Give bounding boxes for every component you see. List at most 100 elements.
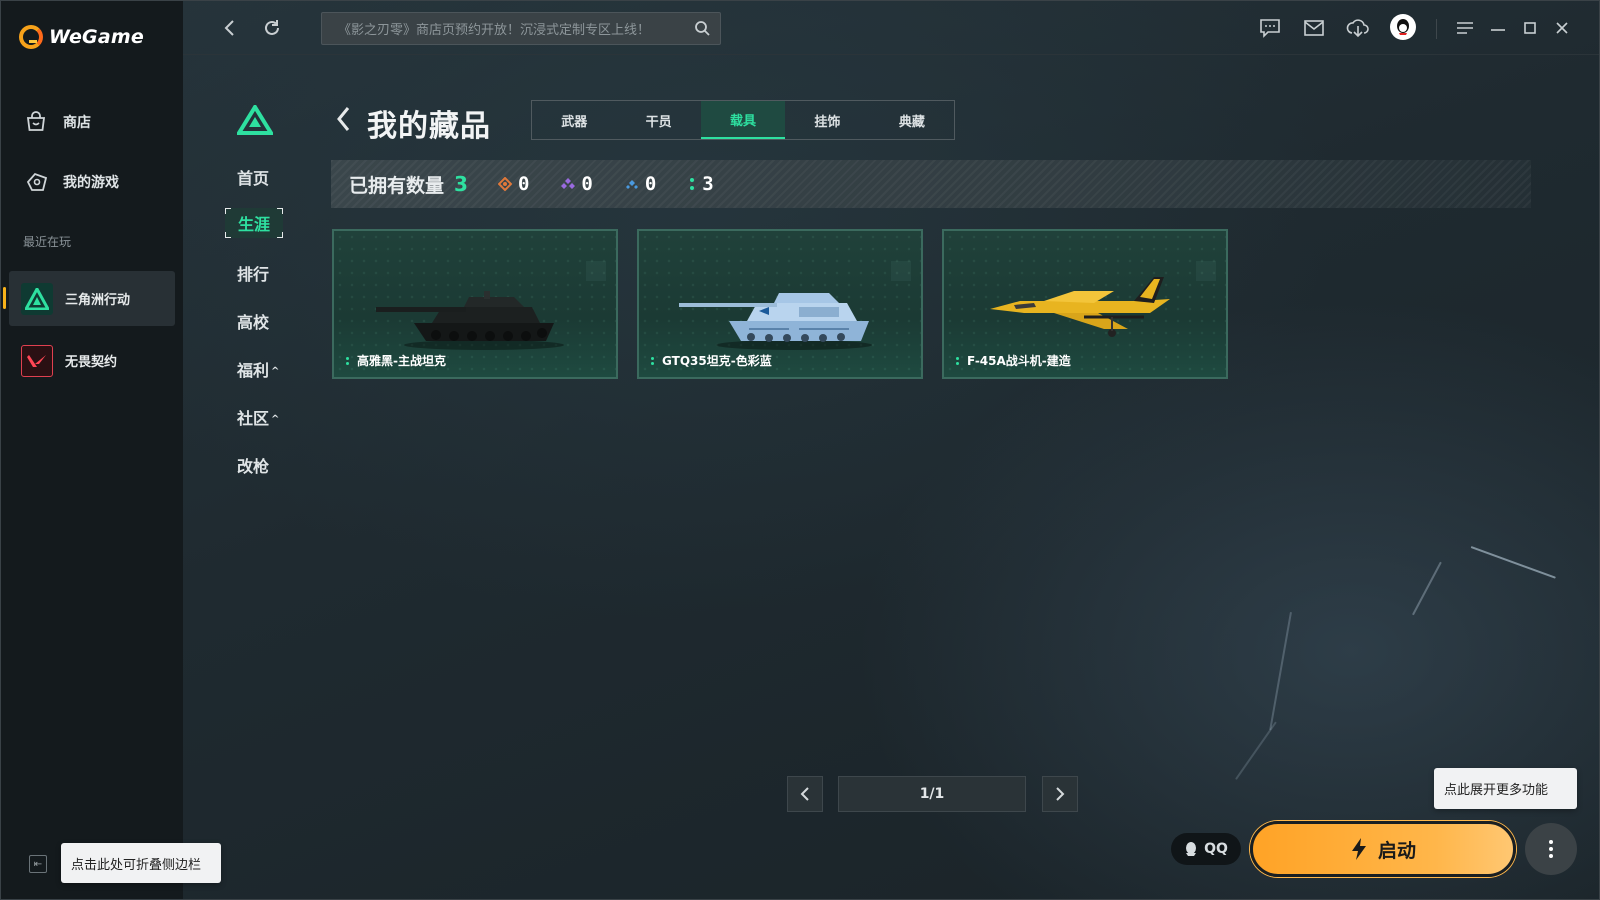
chevron-left-icon	[224, 20, 234, 36]
blue-rarity-icon	[625, 180, 638, 189]
wegame-logo[interactable]: WeGame	[19, 25, 144, 49]
game-nav-label: 社区	[237, 409, 270, 428]
rarity-blue: 0	[625, 173, 656, 195]
tab-charms[interactable]: 挂饰	[785, 101, 869, 139]
mail-icon[interactable]	[1302, 16, 1326, 40]
game-nav-ranking[interactable]: 排行	[237, 261, 269, 285]
search-input[interactable]: 《影之刃零》商店页预约开放！沉浸式定制专区上线！	[321, 12, 721, 45]
qq-penguin-icon	[1186, 842, 1197, 856]
rarity-count: 0	[644, 173, 657, 195]
lightning-decoration	[1235, 721, 1277, 780]
corner-bracket	[277, 232, 283, 238]
delta-force-logo-icon	[235, 103, 275, 139]
vehicle-card-label: GTQ35坦克-色彩蓝	[651, 352, 772, 369]
game-nav-welfare[interactable]: 福利 ^	[237, 357, 279, 381]
rarity-purple: 0	[561, 173, 593, 195]
tab-operators[interactable]: 干员	[616, 101, 700, 139]
valorant-icon	[21, 344, 53, 377]
game-nav-label: 高校	[237, 313, 270, 332]
sidebar-item-store[interactable]: 商店	[23, 109, 91, 135]
tab-collection[interactable]: 典藏	[870, 101, 954, 139]
purple-rarity-icon	[561, 178, 576, 189]
game-nav-label: 改枪	[237, 457, 270, 476]
blue-tank-image	[679, 293, 872, 350]
tab-label: 干员	[645, 114, 672, 130]
vehicle-name: F-45A战斗机-建造	[967, 354, 1071, 368]
card-grid-decoration	[586, 261, 606, 281]
lightning-decoration	[1411, 561, 1442, 616]
card-grid-decoration	[891, 261, 911, 281]
corner-bracket	[225, 232, 231, 238]
tab-vehicles[interactable]: 载具	[700, 101, 786, 139]
chevron-left-icon	[800, 787, 809, 801]
qq-avatar-icon[interactable]	[1390, 14, 1416, 40]
tab-label: 载具	[730, 113, 757, 129]
my-games-icon	[23, 169, 49, 195]
black-tank-image	[376, 291, 564, 350]
vehicle-card-label: F-45A战斗机-建造	[956, 352, 1071, 369]
chat-icon[interactable]	[1258, 16, 1282, 40]
recent-game-delta-force[interactable]: 三角洲行动	[3, 271, 175, 326]
delta-force-icon	[21, 282, 53, 315]
tab-weapons[interactable]: 武器	[532, 101, 616, 139]
rarity-count: 3	[702, 173, 714, 195]
recent-game-label: 无畏契约	[65, 355, 118, 370]
owned-total: 3	[454, 172, 468, 196]
page-indicator: 1/1	[838, 776, 1026, 812]
rarity-green: 3	[688, 173, 714, 195]
green-rarity-icon	[690, 178, 695, 190]
sidebar-item-label: 商店	[63, 115, 91, 131]
app-sidebar: WeGame 商店 我的游戏 最近在玩 三角洲行动 无畏契约 ⇤	[1, 1, 183, 899]
store-bag-icon	[23, 109, 49, 135]
vehicle-card[interactable]: F-45A战斗机-建造	[942, 229, 1228, 379]
sidebar-item-my-games[interactable]: 我的游戏	[23, 169, 119, 195]
vertical-dots-icon	[1549, 840, 1553, 858]
wegame-logo-icon	[19, 25, 43, 49]
lightning-decoration	[1269, 611, 1292, 731]
vehicle-name: GTQ35坦克-色彩蓝	[662, 354, 772, 368]
prev-page-button[interactable]	[787, 776, 823, 812]
game-nav-home[interactable]: 首页	[237, 165, 269, 189]
game-nav-career[interactable]: 生涯	[225, 208, 283, 238]
refresh-button[interactable]	[259, 15, 285, 41]
corner-bracket	[225, 208, 231, 214]
back-button[interactable]	[216, 15, 242, 41]
sidebar-item-label: 我的游戏	[63, 175, 119, 191]
game-nav-community[interactable]: 社区 ^	[237, 405, 279, 429]
owned-count-bar: 已拥有数量 3 0 0 0 3	[331, 160, 1531, 208]
vehicle-card[interactable]: 高雅黑-主战坦克	[332, 229, 618, 379]
chevron-left-icon	[337, 107, 350, 131]
close-icon[interactable]	[1550, 16, 1574, 40]
menu-icon[interactable]	[1453, 16, 1477, 40]
launch-button[interactable]: 启动	[1250, 821, 1516, 877]
card-grid-decoration	[1196, 261, 1216, 281]
maximize-icon[interactable]	[1518, 16, 1542, 40]
next-page-button[interactable]	[1042, 776, 1078, 812]
game-nav-label: 生涯	[237, 215, 270, 234]
rarity-count: 0	[517, 173, 530, 195]
recent-game-label: 三角洲行动	[65, 293, 131, 308]
vehicle-name: 高雅黑-主战坦克	[357, 354, 446, 368]
game-nav-gunsmith[interactable]: 改枪	[237, 453, 269, 477]
search-icon[interactable]	[694, 20, 711, 37]
game-nav-college[interactable]: 高校	[237, 309, 269, 333]
toolbar-divider	[1436, 19, 1437, 39]
green-rarity-icon	[651, 356, 654, 365]
qq-button[interactable]: QQ	[1171, 833, 1241, 865]
chevron-right-icon	[1056, 787, 1065, 801]
more-options-button[interactable]	[1525, 823, 1577, 875]
qq-label: QQ	[1204, 841, 1228, 857]
green-rarity-icon	[346, 356, 349, 365]
collapse-sidebar-button[interactable]: ⇤	[29, 855, 47, 873]
collection-back-button[interactable]	[335, 105, 351, 140]
recent-game-valorant[interactable]: 无畏契约	[9, 333, 175, 388]
yellow-jet-image	[990, 277, 1170, 337]
top-bar: 《影之刃零》商店页预约开放！沉浸式定制专区上线！	[183, 1, 1599, 55]
game-nav-label: 首页	[237, 169, 270, 188]
tab-label: 武器	[561, 114, 588, 130]
game-nav-label: 排行	[237, 265, 270, 284]
download-icon[interactable]	[1346, 16, 1370, 40]
vehicle-card[interactable]: GTQ35坦克-色彩蓝	[637, 229, 923, 379]
minimize-icon[interactable]	[1486, 16, 1510, 40]
tab-label: 典藏	[898, 114, 925, 130]
